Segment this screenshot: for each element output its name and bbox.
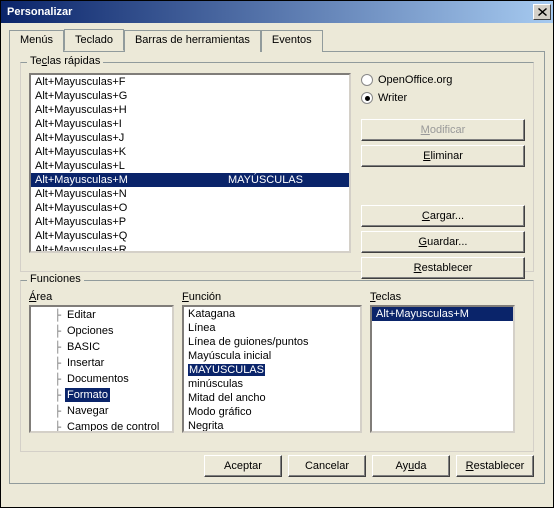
delete-button[interactable]: Eliminar [361,145,525,167]
shortcut-item[interactable]: Alt+Mayusculas+N [31,187,349,201]
radio-icon [361,92,373,104]
area-column-label: Área [29,291,174,303]
titlebar: Personalizar [1,1,553,23]
function-item[interactable]: minúsculas [184,377,360,391]
shortcut-item[interactable]: Alt+Mayusculas+I [31,117,349,131]
keys-column-label: Teclas [370,291,515,303]
area-item[interactable]: ├BASIC [31,339,172,355]
reset-button[interactable]: Restablecer [361,257,525,279]
save-button[interactable]: Guardar... [361,231,525,253]
shortcut-item[interactable]: Alt+Mayusculas+R [31,243,349,253]
area-item[interactable]: ├Formato [31,387,172,403]
tab-teclado[interactable]: Teclado [64,29,124,51]
accept-button[interactable]: Aceptar [204,455,282,477]
area-item[interactable]: ├Campos de control [31,419,172,433]
window-title: Personalizar [7,6,72,18]
cancel-button[interactable]: Cancelar [288,455,366,477]
area-item[interactable]: ├Insertar [31,355,172,371]
function-item[interactable]: Mitad del ancho [184,391,360,405]
area-item[interactable]: ├Documentos [31,371,172,387]
function-item[interactable]: Negrita [184,419,360,433]
radio-openoffice[interactable]: OpenOffice.org [361,73,525,87]
function-item[interactable]: Modo gráfico [184,405,360,419]
shortcut-item[interactable]: Alt+Mayusculas+MMAYÚSCULAS [31,173,349,187]
section-func-label: Funciones [27,273,84,285]
radio-icon [361,74,373,86]
close-button[interactable] [533,4,551,20]
area-listbox[interactable]: ├Editar├Opciones├BASIC├Insertar├Document… [29,305,174,433]
reset-bottom-button[interactable]: Restablecer [456,455,534,477]
function-item[interactable]: Mayúscula inicial [184,349,360,363]
function-column-label: Función [182,291,362,303]
shortcut-item[interactable]: Alt+Mayusculas+L [31,159,349,173]
function-item[interactable]: Línea de guiones/puntos [184,335,360,349]
tab-barras[interactable]: Barras de herramientas [124,30,261,52]
radio-writer[interactable]: Writer [361,91,525,105]
shortcut-item[interactable]: Alt+Mayusculas+Q [31,229,349,243]
radio-openoffice-label: OpenOffice.org [378,74,452,86]
function-item[interactable]: MAYÚSCULAS [184,363,360,377]
area-item[interactable]: ├Opciones [31,323,172,339]
load-button[interactable]: Cargar... [361,205,525,227]
close-icon [538,8,547,16]
tab-eventos[interactable]: Eventos [261,30,323,52]
shortcut-item[interactable]: Alt+Mayusculas+O [31,201,349,215]
shortcut-item[interactable]: Alt+Mayusculas+P [31,215,349,229]
function-item[interactable]: Línea [184,321,360,335]
tab-strip: Menús Teclado Barras de herramientas Eve… [9,29,545,52]
keys-listbox[interactable]: Alt+Mayusculas+M [370,305,515,433]
keys-item[interactable]: Alt+Mayusculas+M [372,307,513,321]
function-item[interactable]: Katagana [184,307,360,321]
shortcut-listbox[interactable]: Alt+Mayusculas+FAlt+Mayusculas+GAlt+Mayu… [29,73,351,253]
section-keys-label: Teclas rápidas [27,55,103,67]
help-button[interactable]: Ayuda [372,455,450,477]
shortcut-item[interactable]: Alt+Mayusculas+J [31,131,349,145]
function-listbox[interactable]: KataganaLíneaLínea de guiones/puntosMayú… [182,305,362,433]
modify-button: Modificar [361,119,525,141]
tab-menus[interactable]: Menús [9,30,64,52]
radio-writer-label: Writer [378,92,407,104]
shortcut-item[interactable]: Alt+Mayusculas+H [31,103,349,117]
area-item[interactable]: ├Editar [31,307,172,323]
shortcut-item[interactable]: Alt+Mayusculas+F [31,75,349,89]
shortcut-item[interactable]: Alt+Mayusculas+G [31,89,349,103]
shortcut-item[interactable]: Alt+Mayusculas+K [31,145,349,159]
area-item[interactable]: ├Navegar [31,403,172,419]
